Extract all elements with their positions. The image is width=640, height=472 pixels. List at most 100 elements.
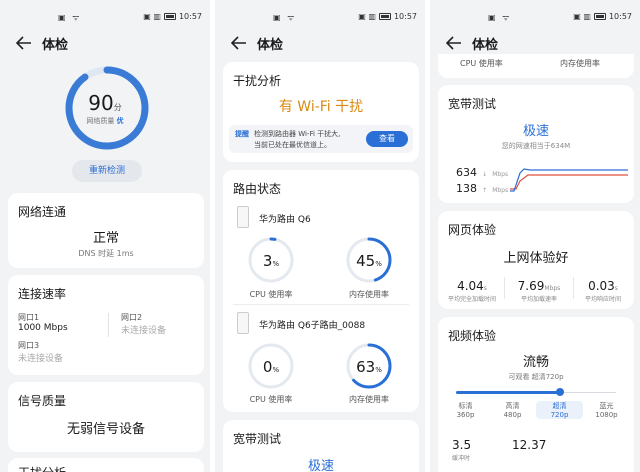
port2-label: 网口2 <box>121 313 143 322</box>
signal-icon: ▣ ▥ <box>573 12 591 21</box>
status-icons-right: ▣ ▥ 10:57 <box>358 12 417 21</box>
score-value: 90 <box>88 91 114 115</box>
battery-icon <box>163 13 176 20</box>
web-metric-3-unit: s <box>614 285 618 292</box>
quality-track-fill <box>456 391 560 394</box>
router1-cpu-value-wrap: 3% <box>247 251 295 270</box>
web-metric-response: 0.03s 平均响应时间 <box>574 275 632 303</box>
web-metric-2-unit: Mbps <box>544 285 561 292</box>
panel-health-check-overview: ▣ ᯤ ▣ ▥ 10:57 体检 90分 网络质量 优 重新检测 网络连通 正常… <box>0 0 210 472</box>
quality-level-res: 1080p <box>595 411 618 419</box>
panel-interference-router: ▣ ᯤ ▣ ▥ 10:57 体检 干扰分析 有 Wi-Fi 干扰 提醒 检测到路… <box>215 0 425 472</box>
video-metric-1-label: 缓冲时 <box>452 455 471 462</box>
router1-mem-label: 内存使用率 <box>349 290 389 299</box>
status-bar: ▣ ᯤ ▣ ▥ 10:57 <box>215 0 425 34</box>
signal-quality-status: 无弱信号设备 <box>66 422 145 437</box>
video-status: 流畅 <box>522 355 549 370</box>
panel-speed-web-video: ▣ ᯤ ▣ ▥ 10:57 体检 CPU 使用率 内存使用率 宽带测试 极速 您… <box>430 0 640 472</box>
metric-divider <box>504 277 505 299</box>
tip-text-2: 当前已处在最优信道上。 <box>254 141 331 149</box>
interference-card: 干扰分析 有 Wi-Fi 干扰 提醒 检测到路由器 Wi-Fi 干扰大, 当前已… <box>223 62 419 162</box>
router-status-title: 路由状态 <box>233 182 282 196</box>
connectivity-card: 网络连通 正常 DNS 时延 1ms <box>8 193 204 268</box>
signal-quality-title: 信号质量 <box>18 394 67 408</box>
web-metric-2-value: 7.69 <box>517 279 545 293</box>
router-status-card: 路由状态 华为路由 Q6 3% CPU 使用率 45% 内存使用率 华为路由 Q… <box>223 170 419 412</box>
broadband-card-partial: 宽带测试 极速 <box>223 420 419 472</box>
video-metric-2-value: 12.37 <box>512 438 547 452</box>
connectivity-title: 网络连通 <box>18 205 67 219</box>
status-time: 10:57 <box>178 12 202 21</box>
page-title: 体检 <box>472 38 499 53</box>
signal-icon: ▣ ▥ <box>143 12 161 21</box>
web-status: 上网体验好 <box>503 251 569 266</box>
router2-mem-value-wrap: 63% <box>345 357 393 376</box>
score-unit: 分 <box>113 103 122 112</box>
quality-level-name: 超清 <box>552 402 567 410</box>
signal-icon: ▣ ▥ <box>358 12 376 21</box>
dns-latency: DNS 时延 1ms <box>78 249 134 258</box>
back-arrow-icon[interactable] <box>16 36 32 50</box>
subrouter-device-icon <box>237 312 249 334</box>
video-metric-1-value: 3.5 <box>452 438 472 452</box>
web-experience-card: 网页体验 上网体验好 4.04s 平均完全加载时间 7.69Mbps 平均加载速… <box>438 211 634 309</box>
quality-value: 优 <box>116 117 124 125</box>
interference-status: 有 Wi-Fi 干扰 <box>278 99 364 115</box>
router1-cpu-label: CPU 使用率 <box>249 290 293 299</box>
router2-cpu-value-wrap: 0% <box>247 357 295 376</box>
port3-value: 未连接设备 <box>18 354 64 364</box>
quality-level-name: 蓝光 <box>599 402 614 410</box>
signal-quality-card: 信号质量 无弱信号设备 <box>8 382 204 452</box>
status-icons-left: ▣ ᯤ <box>273 13 297 22</box>
web-metric-1-value: 4.04 <box>457 279 484 293</box>
quality-level-fhd[interactable]: 超清 720p <box>536 401 583 419</box>
router-device-icon <box>237 206 249 228</box>
quality-level-name: 标清 <box>458 402 473 410</box>
port3-label: 网口3 <box>18 341 40 350</box>
router2-mem-value: 63 <box>356 358 376 376</box>
port2-value: 未连接设备 <box>121 326 167 336</box>
percent-unit: % <box>272 260 280 268</box>
video-metric-rate: 12.37 <box>512 434 546 453</box>
web-metric-3-label: 平均响应时间 <box>584 296 621 303</box>
quality-selected-dot[interactable] <box>555 388 564 396</box>
quality-level-hd[interactable]: 高清 480p <box>489 401 536 419</box>
upload-arrow-icon: ↑ <box>482 187 488 194</box>
web-metric-load-rate: 7.69Mbps 平均加载速率 <box>506 275 572 303</box>
router1-cpu-value: 3 <box>262 252 273 270</box>
web-metric-1-unit: s <box>483 285 487 292</box>
broadband-title: 宽带测试 <box>448 97 497 111</box>
quality-level-bluray[interactable]: 蓝光 1080p <box>583 401 630 419</box>
title-bar: 体检 <box>430 34 640 54</box>
quality-level-name: 高清 <box>505 402 520 410</box>
interference-title-partial: 干扰分析 <box>18 464 66 472</box>
web-metric-load-time: 4.04s 平均完全加载时间 <box>442 275 502 303</box>
interference-tip: 提醒 检测到路由器 Wi-Fi 干扰大, 当前已处在最优信道上。 查看 <box>229 125 413 153</box>
back-arrow-icon[interactable] <box>446 36 462 50</box>
mem-label-tail: 内存使用率 <box>560 59 600 68</box>
back-arrow-icon[interactable] <box>231 36 247 50</box>
broadband-card: 宽带测试 极速 您的网速相当于634M 634 ↓ Mbps 138 ↑ Mbp… <box>438 85 634 203</box>
broadband-desc: 您的网速相当于634M <box>501 142 571 150</box>
battery-icon <box>593 13 606 20</box>
quality-label: 网络质量 <box>86 117 115 125</box>
speed-chart <box>510 168 628 192</box>
router1-mem-value: 45 <box>356 252 376 270</box>
upload-value: 138 <box>456 182 477 195</box>
percent-unit: % <box>375 260 382 268</box>
upload-unit: Mbps <box>492 187 509 194</box>
web-metric-1-label: 平均完全加载时间 <box>447 296 496 303</box>
broadband-status: 极速 <box>307 459 334 472</box>
upload-speed: 138 ↑ Mbps <box>456 177 508 196</box>
recheck-button[interactable]: 重新检测 <box>72 160 142 182</box>
status-icons-left: ▣ ᯤ <box>58 13 82 22</box>
router2-name: 华为路由 Q6子路由_0088 <box>259 321 366 331</box>
video-desc: 可观看 超清720p <box>508 373 564 381</box>
quality-level-sd[interactable]: 标清 360p <box>442 401 489 419</box>
interference-title: 干扰分析 <box>233 74 282 88</box>
page-title: 体检 <box>42 38 69 53</box>
view-button[interactable]: 查看 <box>366 131 408 147</box>
status-time: 10:57 <box>393 12 417 21</box>
router2-mem-label: 内存使用率 <box>349 395 389 404</box>
interference-card-partial: 干扰分析 <box>8 458 204 472</box>
